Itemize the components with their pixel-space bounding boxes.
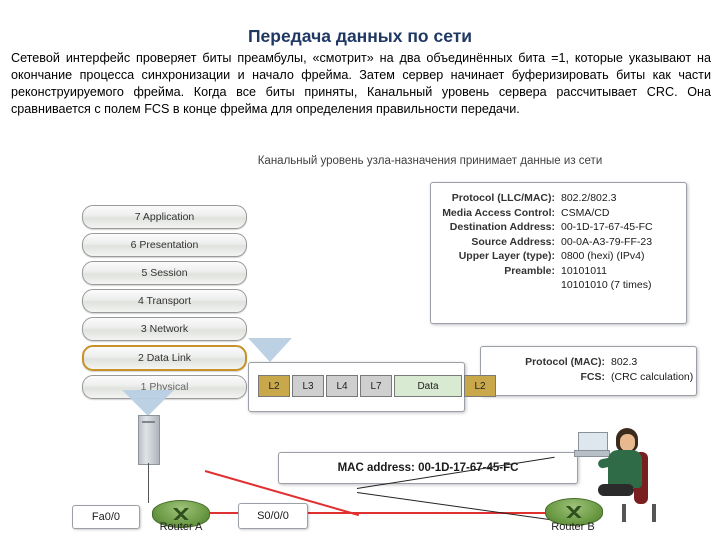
osi-layer-5[interactable]: 5 Session: [82, 261, 247, 285]
osi-layer-2-data-link[interactable]: 2 Data Link: [82, 345, 247, 371]
fcs-field-protocol: Protocol (MAC): 802.3: [481, 355, 696, 370]
frame-field-upper-layer-value: 0800 (hexi) (IPv4): [561, 250, 645, 262]
osi-layer-7[interactable]: 7 Application: [82, 205, 247, 229]
server-to-router-line: [148, 463, 149, 503]
interface-s000-label: S0/0/0: [238, 503, 308, 529]
frame-field-source: Source Address: 00-0A-A3-79-FF-23: [431, 235, 686, 250]
interface-fa00-label: Fa0/0: [72, 505, 140, 529]
fcs-field-fcs: FCS: (CRC calculation): [481, 370, 696, 385]
slide-root: Передача данных по сети Сетевой интерфей…: [0, 0, 720, 540]
frame-field-source-value: 00-0A-A3-79-FF-23: [561, 235, 653, 248]
funnel-shape-frame: [248, 338, 292, 362]
frame-field-destination: Destination Address: 00-1D-17-67-45-FC: [431, 220, 686, 235]
frame-segment-l3: L3: [292, 375, 324, 397]
fcs-field-protocol-label: Protocol (MAC):: [525, 356, 605, 368]
frame-field-destination-label: Destination Address:: [449, 221, 555, 233]
frame-segment-l2-header: L2: [258, 375, 290, 397]
osi-layer-6[interactable]: 6 Presentation: [82, 233, 247, 257]
funnel-shape-server: [122, 390, 174, 416]
frame-segment-l7: L7: [360, 375, 392, 397]
frame-segment-l4: L4: [326, 375, 358, 397]
body-text: Сетевой интерфейс проверяет биты преамбу…: [11, 51, 711, 117]
fcs-field-protocol-value: 802.3: [611, 356, 638, 368]
frame-field-protocol: Protocol (LLC/MAC): 802.2/802.3: [431, 191, 686, 206]
osi-layer-3[interactable]: 3 Network: [82, 317, 247, 341]
fcs-field-list: Protocol (MAC): 802.3 FCS: (CRC calculat…: [481, 355, 696, 384]
black-diagonal-line-2: [356, 492, 551, 521]
person-face: [620, 434, 635, 451]
person-at-desk-icon: [592, 428, 656, 528]
frame-field-mac-control-value: CSMA/CD: [561, 206, 610, 219]
frame-field-preamble-repeat: 10101010 (7 times): [431, 278, 686, 293]
osi-stack: 7 Application 6 Presentation 5 Session 4…: [82, 205, 247, 403]
frame-bar-panel: L2 L3 L4 L7 Data L2: [248, 362, 496, 412]
diagram-caption: Канальный уровень узла-назначения приним…: [257, 155, 603, 167]
frame-field-upper-layer: Upper Layer (type): 0800 (hexi) (IPv4): [431, 249, 686, 264]
frame-field-mac-control-label: Media Access Control:: [442, 206, 555, 219]
frame-field-preamble-repeat-value: 10101010 (7 times): [561, 279, 652, 291]
body-paragraph: Сетевой интерфейс проверяет биты преамбу…: [11, 50, 711, 119]
frame-field-preamble-value: 10101011: [561, 264, 607, 277]
frame-field-upper-layer-label: Upper Layer (type):: [458, 250, 555, 262]
router-a-label: Router A: [159, 521, 203, 533]
frame-field-preamble-repeat-label: [431, 278, 561, 293]
frame-field-protocol-value: 802.2/802.3: [561, 192, 617, 204]
page-title: Передача данных по сети: [247, 26, 473, 46]
frame-field-protocol-label: Protocol (LLC/MAC):: [451, 192, 555, 204]
frame-field-mac-control: Media Access Control: CSMA/CD: [431, 206, 686, 221]
frame-field-source-label: Source Address:: [471, 235, 555, 248]
frame-field-preamble: Preamble: 10101011: [431, 264, 686, 279]
frame-field-list: Protocol (LLC/MAC): 802.2/802.3 Media Ac…: [431, 191, 686, 293]
frame-segment-l2-trailer: L2: [464, 375, 496, 397]
frame-bar: L2 L3 L4 L7 Data L2: [258, 375, 496, 397]
frame-details-panel: Protocol (LLC/MAC): 802.2/802.3 Media Ac…: [430, 182, 687, 324]
fcs-field-fcs-label: FCS:: [580, 370, 606, 383]
fcs-field-fcs-value: (CRC calculation): [611, 370, 694, 383]
person-legs: [598, 484, 634, 496]
osi-layer-4[interactable]: 4 Transport: [82, 289, 247, 313]
fcs-details-panel: Protocol (MAC): 802.3 FCS: (CRC calculat…: [480, 346, 697, 396]
mac-address-text: MAC address: 00-1D-17-67-45-FC: [337, 462, 519, 474]
frame-segment-data: Data: [394, 375, 462, 397]
frame-field-preamble-label: Preamble:: [504, 264, 555, 277]
mac-address-panel: MAC address: 00-1D-17-67-45-FC: [278, 452, 578, 484]
chair-base: [622, 504, 656, 522]
frame-field-destination-value: 00-1D-17-67-45-FC: [561, 221, 653, 233]
server-icon: [138, 415, 160, 465]
